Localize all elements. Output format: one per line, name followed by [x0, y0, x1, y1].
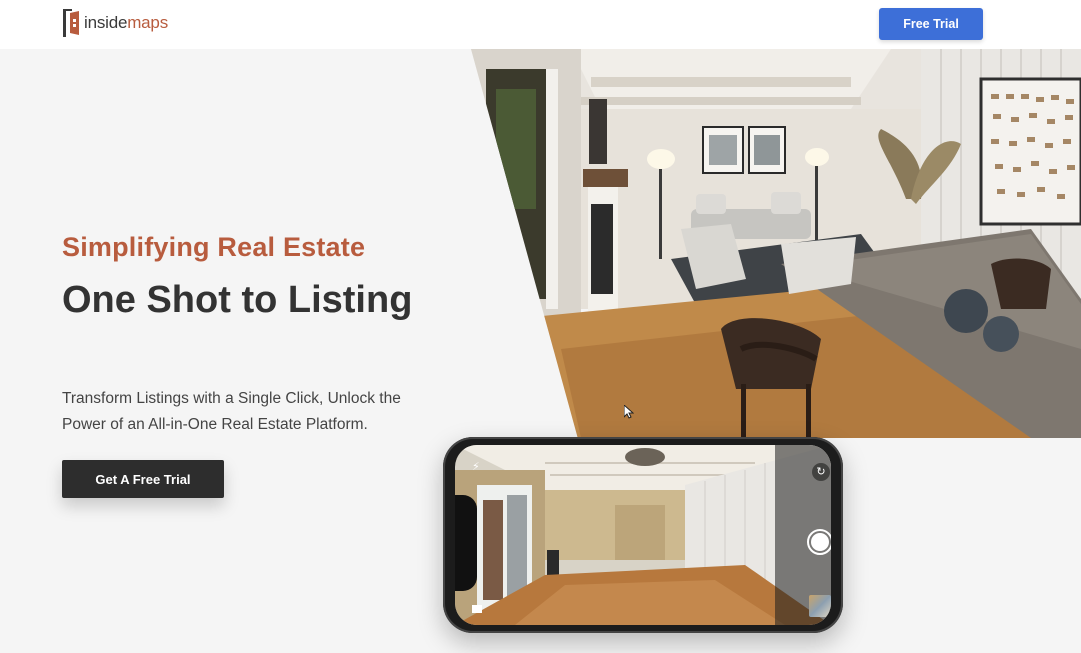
logo-text-maps: maps [127, 13, 168, 32]
get-free-trial-button[interactable]: Get A Free Trial [62, 460, 224, 498]
free-trial-button[interactable]: Free Trial [879, 8, 983, 40]
capture-mode-icon[interactable] [472, 605, 482, 613]
mouse-cursor-icon [624, 405, 634, 419]
hero-title: One Shot to Listing [62, 279, 413, 321]
flash-off-icon[interactable]: ⚡ [472, 460, 484, 474]
rotate-camera-icon[interactable]: ↻ [812, 463, 830, 481]
gallery-thumbnail[interactable] [809, 595, 831, 617]
logo-text: insidemaps [84, 13, 168, 33]
living-room-photo [471, 49, 1081, 438]
site-header: insidemaps Free Trial [0, 0, 1081, 49]
logo-text-inside: inside [84, 13, 128, 32]
shutter-button[interactable] [807, 529, 831, 555]
phone-mockup: ⚡ ↻ [443, 437, 843, 633]
hero-kicker: Simplifying Real Estate [62, 232, 366, 262]
phone-camera-view: ⚡ ↻ [455, 445, 831, 625]
insidemaps-logo[interactable]: insidemaps [62, 7, 168, 39]
phone-notch [455, 495, 477, 591]
logo-door-icon [63, 9, 79, 37]
hero-description: Transform Listings with a Single Click, … [62, 390, 401, 433]
